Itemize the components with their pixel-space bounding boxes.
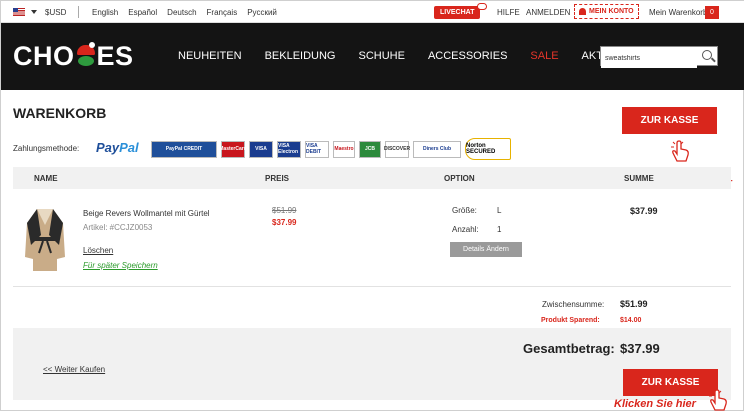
- col-name: NAME: [34, 174, 58, 183]
- quantity-value: 1: [497, 225, 502, 234]
- search-box: [600, 46, 718, 68]
- row-sum: $37.99: [630, 206, 658, 216]
- sale-price: $37.99: [272, 218, 297, 227]
- nav-schuhe[interactable]: SCHUHE: [358, 50, 404, 62]
- nav-bekleidung[interactable]: BEKLEIDUNG: [265, 50, 336, 62]
- us-flag-icon[interactable]: [13, 8, 25, 16]
- language-links: English Español Deutsch Français Русский: [92, 8, 277, 17]
- search-icon[interactable]: [702, 50, 712, 60]
- col-option: OPTION: [444, 174, 475, 183]
- cart-count-badge[interactable]: 0: [705, 6, 719, 19]
- login-link[interactable]: ANMELDEN: [526, 8, 570, 17]
- divider: [78, 6, 79, 18]
- nav-accessories[interactable]: ACCESSORIES: [428, 50, 507, 62]
- logo-text-left: CHO: [13, 40, 75, 71]
- search-input[interactable]: [601, 49, 697, 68]
- product-name[interactable]: Beige Revers Wollmantel mit Gürtel: [83, 209, 210, 218]
- santa-hat-icon: [579, 8, 586, 15]
- cart-item-row: Beige Revers Wollmantel mit Gürtel Artik…: [13, 189, 731, 287]
- product-thumbnail[interactable]: [23, 205, 67, 273]
- my-account-label: MEIN KONTO: [589, 8, 634, 15]
- cart-link[interactable]: Mein Warenkorb: [649, 8, 707, 17]
- paypal-logo: PayPal: [96, 140, 139, 155]
- my-account-link[interactable]: MEIN KONTO: [574, 4, 639, 19]
- pointer-hand-icon-bottom: [707, 388, 729, 411]
- visa-icon: VISA: [249, 140, 273, 158]
- lang-deutsch[interactable]: Deutsch: [167, 8, 196, 17]
- lang-espanol[interactable]: Español: [128, 8, 157, 17]
- total-value: $37.99: [620, 341, 660, 356]
- logo-text-right: ES: [96, 40, 134, 71]
- lang-russian[interactable]: Русский: [247, 8, 277, 17]
- savings-label: Produkt Sparend:: [541, 317, 600, 324]
- paypal-pal: Pal: [119, 140, 139, 155]
- quantity-label: Anzahl:: [452, 225, 479, 234]
- discover-icon: DISCOVER: [384, 140, 410, 158]
- currency-selector[interactable]: $USD: [45, 8, 66, 17]
- col-price: PREIS: [265, 174, 290, 183]
- cart-table-header: NAME PREIS OPTION SUMME: [13, 167, 731, 189]
- product-article: Artikel: #CCJZ0053: [83, 223, 153, 232]
- santa-hat-logo-icon: [76, 42, 96, 67]
- top-utility-bar: $USD English Español Deutsch Français Ру…: [1, 1, 744, 23]
- page-title: WARENKORB: [13, 105, 107, 121]
- lang-francais[interactable]: Français: [207, 8, 238, 17]
- lang-english[interactable]: English: [92, 8, 118, 17]
- norton-secured-icon: Norton SECURED: [465, 138, 511, 160]
- subtotal-value: $51.99: [620, 299, 648, 309]
- paypal-pay: Pay: [96, 140, 120, 155]
- continue-shopping-link[interactable]: << Weiter Kaufen: [43, 365, 105, 374]
- paypal-credit-icon: PayPal CREDIT: [151, 140, 217, 158]
- save-for-later-link[interactable]: Für später Speichern: [83, 261, 158, 270]
- chevron-down-icon[interactable]: [31, 10, 37, 14]
- col-sum: SUMME: [624, 174, 654, 183]
- main-nav: NEUHEITEN BEKLEIDUNG SCHUHE ACCESSORIES …: [178, 50, 660, 62]
- pointer-hand-icon: [669, 139, 691, 163]
- nav-sale[interactable]: SALE: [530, 50, 558, 62]
- checkout-button-bottom[interactable]: ZUR KASSE: [623, 369, 718, 396]
- size-value: L: [497, 206, 502, 215]
- nav-neuheiten[interactable]: NEUHEITEN: [178, 50, 242, 62]
- maestro-icon: Maestro: [333, 140, 355, 158]
- delete-link[interactable]: Löschen: [83, 246, 113, 255]
- visa-electron-icon: VISA Electron: [277, 140, 301, 158]
- site-logo[interactable]: CHO ES: [13, 39, 134, 73]
- edit-details-button[interactable]: Details Ändern: [450, 242, 522, 257]
- payment-cards: PayPal CREDIT MasterCard VISA VISA Elect…: [151, 138, 511, 160]
- original-price: $51.99: [272, 206, 297, 215]
- savings-value: $14.00: [620, 317, 642, 324]
- help-link[interactable]: HILFE: [497, 8, 520, 17]
- click-hint-bottom: Klicken Sie hier: [614, 398, 696, 410]
- total-label: Gesamtbetrag:: [523, 341, 615, 356]
- diners-club-icon: Diners Club: [413, 140, 461, 158]
- mastercard-icon: MasterCard: [219, 140, 247, 158]
- jcb-icon: JCB: [359, 140, 381, 158]
- checkout-button-top[interactable]: ZUR KASSE: [622, 107, 717, 134]
- payment-method-label: Zahlungsmethode:: [13, 144, 80, 153]
- size-label: Größe:: [452, 206, 477, 215]
- livechat-button[interactable]: LIVECHAT: [434, 6, 481, 19]
- chat-bubble-icon: [477, 3, 487, 10]
- subtotal-label: Zwischensumme:: [542, 300, 605, 309]
- page-frame: $USD English Español Deutsch Français Ру…: [0, 0, 744, 411]
- visa-debit-icon: VISA DEBIT: [305, 140, 329, 158]
- main-header: CHO ES NEUHEITEN BEKLEIDUNG SCHUHE ACCES…: [1, 23, 744, 90]
